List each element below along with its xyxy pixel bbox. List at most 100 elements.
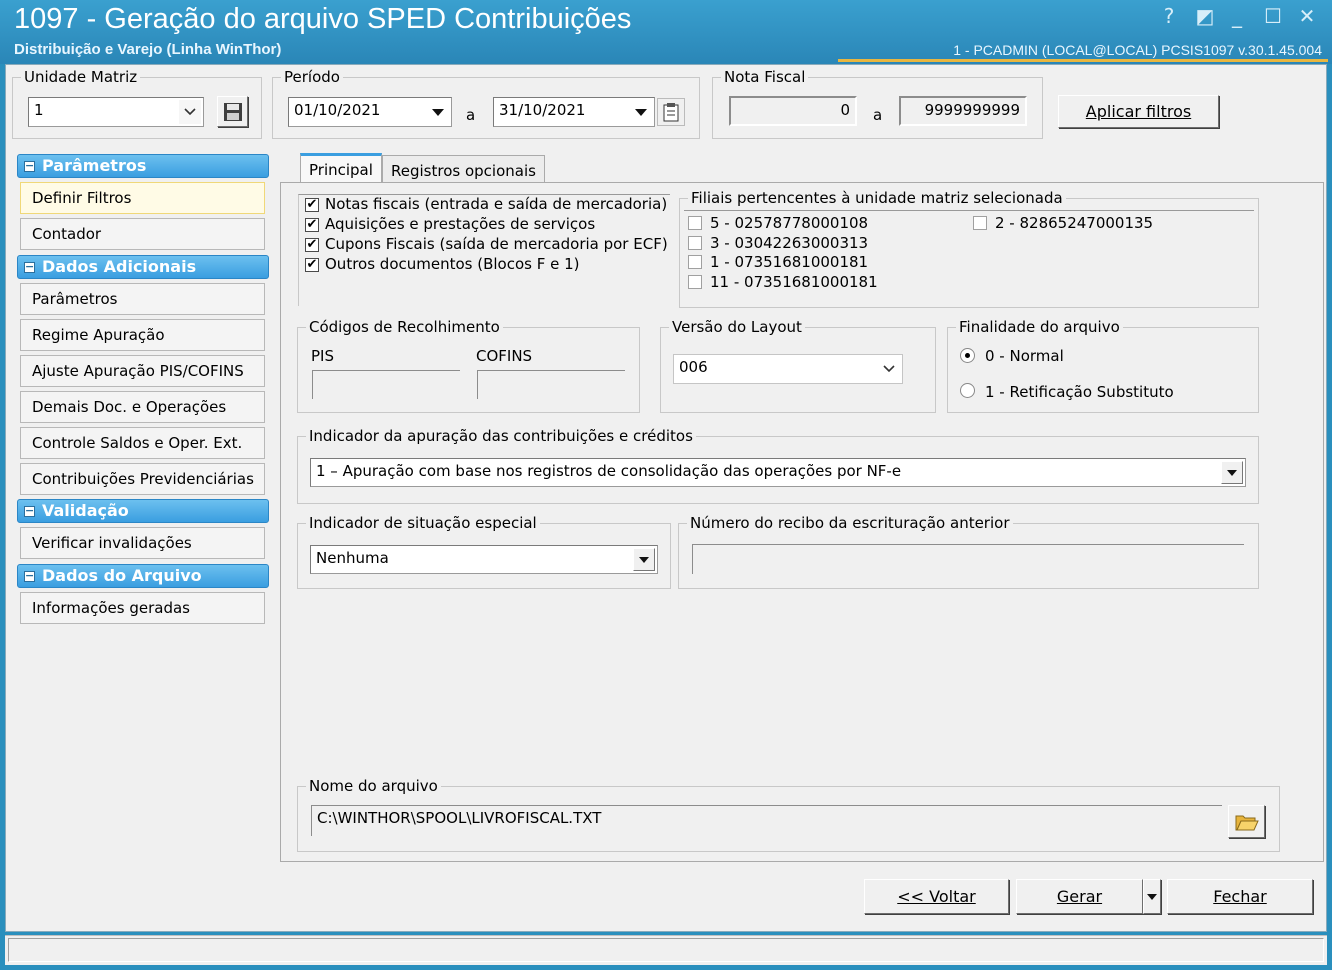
caret-down-icon [633, 548, 655, 571]
sidebar-section-header[interactable]: − Validação [17, 499, 269, 523]
filial-label: 1 - 07351681000181 [710, 253, 869, 271]
collapse-icon[interactable]: − [24, 160, 35, 172]
pis-label: PIS [311, 347, 334, 365]
minimize-icon[interactable]: _ [1224, 4, 1250, 28]
save-icon[interactable] [217, 96, 248, 127]
finalidade-retificacao-radio[interactable] [960, 383, 975, 398]
sidebar-section-title: Validação [42, 501, 129, 520]
status-bar-panel [8, 938, 1324, 962]
periodo-from-date[interactable]: 01/10/2021 [288, 97, 452, 127]
versao-layout-value: 006 [679, 358, 708, 376]
versao-layout-select[interactable]: 006 [673, 354, 903, 384]
nota-fiscal-to-input[interactable]: 9999999999 [899, 96, 1027, 126]
calendar-icon[interactable] [657, 98, 685, 126]
nome-arquivo-input[interactable]: C:\WINTHOR\SPOOL\LIVROFISCAL.TXT [311, 805, 1222, 836]
filial-checkbox[interactable] [688, 275, 702, 289]
caret-down-icon [1221, 461, 1243, 484]
cofins-label: COFINS [476, 347, 533, 365]
window-subtitle: Distribuição e Varejo (Linha WinThor) [14, 41, 282, 58]
generate-options-dropdown[interactable] [1143, 879, 1161, 914]
chevron-down-icon [878, 357, 900, 381]
finalidade-label: Finalidade do arquivo [956, 318, 1123, 336]
periodo-to-date[interactable]: 31/10/2021 [493, 97, 655, 127]
apply-filters-button[interactable]: Aplicar filtros [1058, 95, 1219, 128]
tab-principal[interactable]: Principal [300, 153, 382, 183]
caret-down-icon[interactable] [427, 100, 449, 124]
nota-fiscal-from-input[interactable]: 0 [729, 96, 857, 126]
collapse-icon[interactable]: − [24, 505, 35, 517]
unidade-matriz-select[interactable]: 1 [28, 97, 204, 127]
filiais-label: Filiais pertencentes à unidade matriz se… [688, 189, 1066, 207]
user-info-underline [838, 59, 1328, 62]
sidebar-item[interactable]: Contribuições Previdenciárias [20, 463, 265, 495]
indicador-apuracao-select[interactable]: 1 – Apuração com base nos registros de c… [310, 458, 1246, 487]
pis-input[interactable] [312, 370, 460, 399]
doc-type-label: Cupons Fiscais (saída de mercadoria por … [325, 235, 668, 253]
codigos-recolhimento-label: Códigos de Recolhimento [306, 318, 503, 336]
sidebar-section-title: Parâmetros [42, 156, 147, 175]
recibo-label: Número do recibo da escrituração anterio… [687, 514, 1013, 532]
filial-label: 11 - 07351681000181 [710, 273, 878, 291]
generate-button[interactable]: Gerar [1016, 879, 1143, 914]
close-icon[interactable]: ✕ [1294, 4, 1320, 28]
chevron-down-icon [179, 100, 201, 124]
indicador-apuracao-label: Indicador da apuração das contribuições … [306, 427, 696, 445]
doc-type-label: Notas fiscais (entrada e saída de mercad… [325, 195, 668, 213]
folder-open-icon[interactable] [1228, 805, 1265, 838]
situacao-especial-select[interactable]: Nenhuma [310, 545, 658, 574]
versao-layout-label: Versão do Layout [669, 318, 805, 336]
sidebar-section-header[interactable]: − Dados do Arquivo [17, 564, 269, 588]
sidebar-item[interactable]: Demais Doc. e Operações [20, 391, 265, 423]
window-title: 1097 - Geração do arquivo SPED Contribui… [14, 3, 632, 35]
finalidade-retificacao-label: 1 - Retificação Substituto [985, 383, 1174, 401]
sidebar-item[interactable]: Informações geradas [20, 592, 265, 624]
indicador-apuracao-value: 1 – Apuração com base nos registros de c… [316, 462, 902, 480]
generate-button-label: Gerar [1056, 887, 1103, 906]
filial-label: 2 - 82865247000135 [995, 214, 1154, 232]
back-button[interactable]: << Voltar [864, 879, 1009, 914]
filial-checkbox[interactable] [688, 255, 702, 269]
restore-icon[interactable]: ◩ [1192, 4, 1218, 28]
doc-type-checkbox[interactable]: ✔ [305, 258, 319, 272]
doc-type-checkbox[interactable]: ✔ [305, 198, 319, 212]
situacao-especial-value: Nenhuma [316, 549, 389, 567]
finalidade-normal-label: 0 - Normal [985, 347, 1064, 365]
tab-registros-opcionais[interactable]: Registros opcionais [382, 155, 545, 183]
cofins-input[interactable] [477, 370, 625, 399]
sidebar-item[interactable]: Contador [20, 218, 265, 250]
periodo-label: Período [281, 68, 343, 86]
maximize-icon[interactable]: ☐ [1260, 4, 1286, 28]
caret-down-icon [1147, 893, 1157, 900]
doc-type-checkbox[interactable]: ✔ [305, 238, 319, 252]
close-button[interactable]: Fechar [1167, 879, 1313, 914]
unidade-matriz-label: Unidade Matriz [21, 68, 141, 86]
doc-type-label: Outros documentos (Blocos F e 1) [325, 255, 580, 273]
collapse-icon[interactable]: − [24, 261, 35, 273]
help-icon[interactable]: ? [1156, 4, 1182, 28]
sidebar-item[interactable]: Parâmetros [20, 283, 265, 315]
sidebar-item[interactable]: Regime Apuração [20, 319, 265, 351]
filial-checkbox[interactable] [688, 236, 702, 250]
sidebar-section-header[interactable]: − Parâmetros [17, 154, 269, 178]
sidebar-item[interactable]: Ajuste Apuração PIS/COFINS [20, 355, 265, 387]
periodo-to-value: 31/10/2021 [499, 101, 586, 119]
recibo-input[interactable] [692, 544, 1244, 574]
situacao-especial-label: Indicador de situação especial [306, 514, 540, 532]
periodo-separator: a [466, 106, 476, 124]
unidade-matriz-value: 1 [34, 101, 44, 119]
close-button-label: Fechar [1213, 887, 1267, 906]
back-button-label: << Voltar [897, 887, 976, 906]
doc-type-checkbox[interactable]: ✔ [305, 218, 319, 232]
sidebar-item[interactable]: Controle Saldos e Oper. Ext. [20, 427, 265, 459]
filial-checkbox[interactable] [973, 216, 987, 230]
collapse-icon[interactable]: − [24, 570, 35, 582]
nota-fiscal-separator: a [873, 106, 883, 124]
sidebar-item[interactable]: Definir Filtros [20, 182, 265, 214]
filial-checkbox[interactable] [688, 216, 702, 230]
filial-label: 5 - 02578778000108 [710, 214, 869, 232]
doc-type-label: Aquisições e prestações de serviços [325, 215, 596, 233]
sidebar-item[interactable]: Verificar invalidações [20, 527, 265, 559]
caret-down-icon[interactable] [630, 100, 652, 124]
sidebar-section-header[interactable]: − Dados Adicionais [17, 255, 269, 279]
finalidade-normal-radio[interactable] [960, 348, 975, 363]
